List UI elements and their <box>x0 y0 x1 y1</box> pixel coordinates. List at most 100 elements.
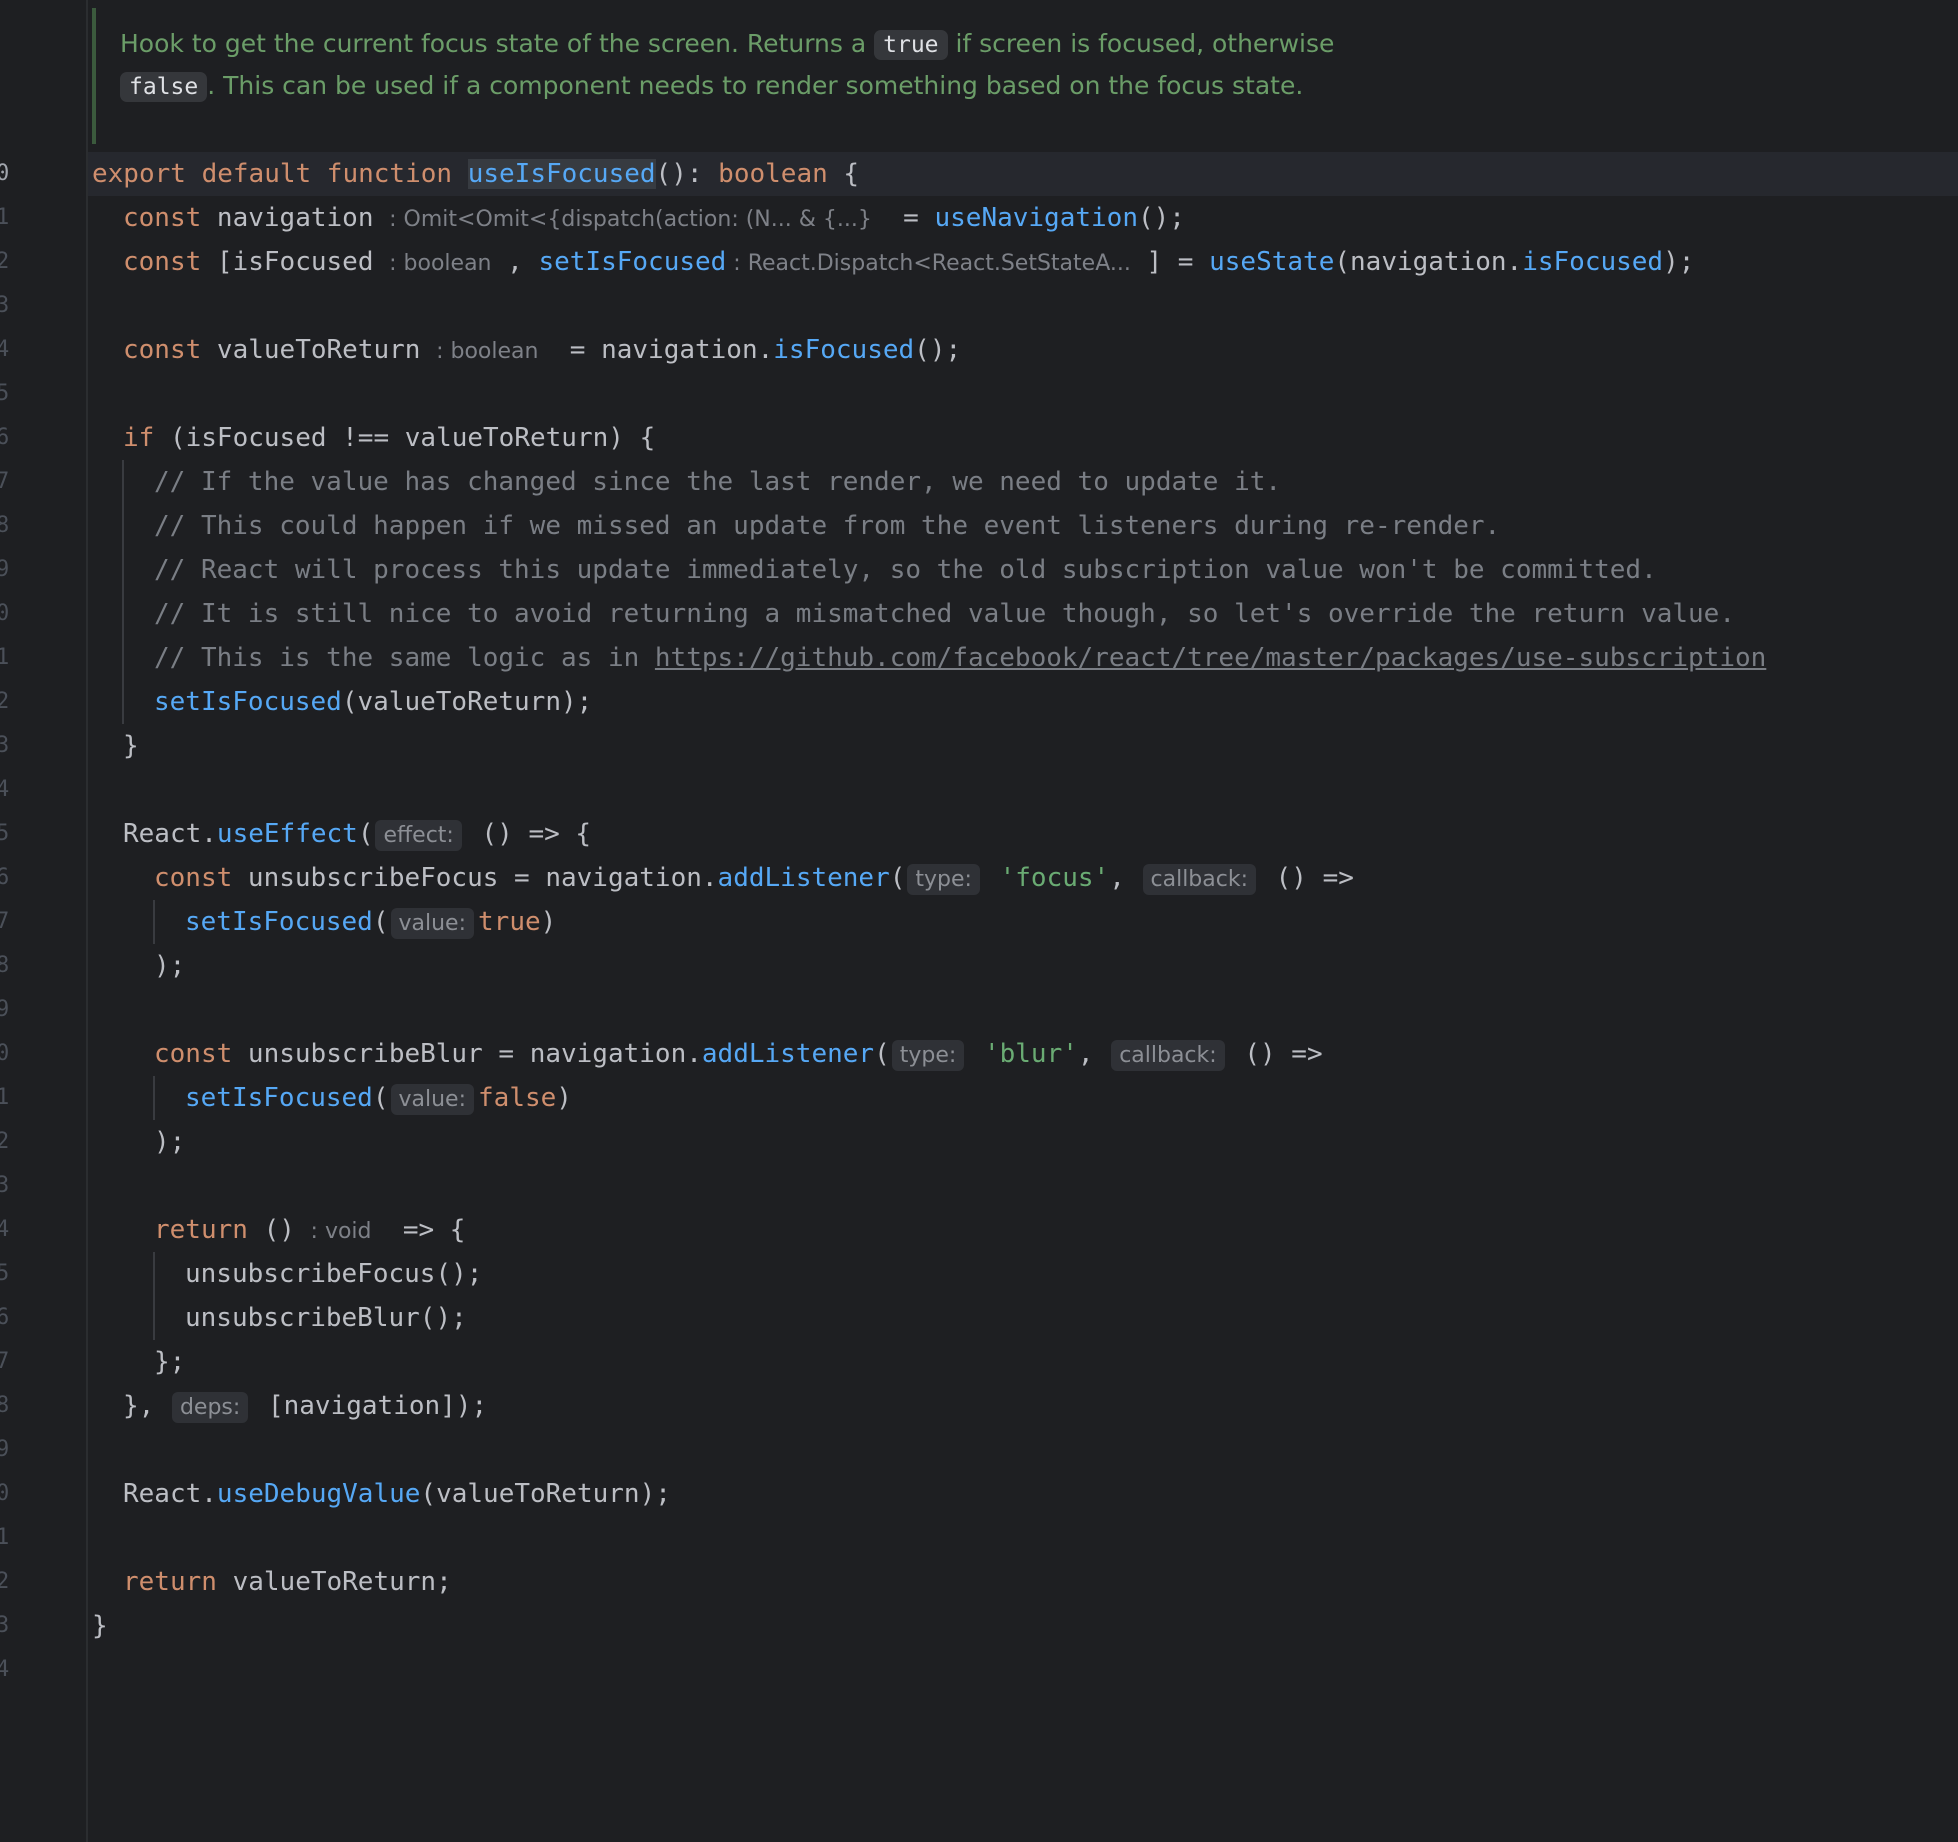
function-call[interactable]: useState <box>1209 247 1334 277</box>
line-number: 2 <box>0 1569 10 1594</box>
code-text: => { <box>371 1215 466 1245</box>
keyword: true <box>478 907 541 937</box>
code-line[interactable]: return () : void => { <box>154 1208 465 1252</box>
code-text: ) <box>556 1083 572 1113</box>
function-call[interactable]: useDebugValue <box>217 1479 421 1509</box>
code-line[interactable]: const unsubscribeBlur = navigation.addLi… <box>154 1032 1323 1076</box>
code-line[interactable]: unsubscribeBlur(); <box>185 1296 467 1340</box>
code-line[interactable]: React.useDebugValue(valueToReturn); <box>123 1472 671 1516</box>
keyword: const <box>123 335 202 365</box>
parameter-hint: callback: <box>1142 864 1256 895</box>
code-line[interactable]: React.useEffect(effect: () => { <box>123 812 591 856</box>
code-text: navigation <box>201 203 390 233</box>
code-text: ( <box>889 863 906 893</box>
code-text: [navigation]); <box>252 1391 488 1421</box>
code-line[interactable]: export default function useIsFocused(): … <box>92 152 859 196</box>
code-text: React. <box>123 1479 217 1509</box>
code-text: () => { <box>465 819 592 849</box>
line-number: 7 <box>0 1349 10 1374</box>
code-line[interactable]: setIsFocused(valueToReturn); <box>154 680 592 724</box>
doc-text: Hook to get the current focus state of t… <box>120 29 875 58</box>
string-literal: 'focus' <box>983 863 1110 893</box>
parameter-hint: callback: <box>1111 1040 1225 1071</box>
doc-inline-code: true <box>874 30 948 60</box>
code-editor[interactable]: 0 1 2 3 4 5 6 7 8 9 0 1 2 3 4 5 6 7 8 9 … <box>0 0 1958 1842</box>
line-number: 6 <box>0 1305 10 1330</box>
code-line[interactable]: if (isFocused !== valueToReturn) { <box>123 416 655 460</box>
code-text: [isFocused <box>201 247 390 277</box>
function-call[interactable]: addListener <box>718 863 890 893</box>
type-hint: : void <box>310 1219 372 1244</box>
code-text: , <box>1077 1039 1094 1069</box>
code-text: }, <box>123 1391 170 1421</box>
code-text: = <box>871 203 935 233</box>
code-comment[interactable]: // If the value has changed since the la… <box>154 460 1281 504</box>
line-number: 5 <box>0 1261 10 1286</box>
function-call[interactable]: addListener <box>702 1039 874 1069</box>
code-text: { <box>827 159 860 189</box>
code-comment[interactable]: // React will process this update immedi… <box>154 548 1657 592</box>
keyword: const <box>154 1039 233 1069</box>
code-text: (navigation. <box>1334 247 1523 277</box>
line-number: 8 <box>0 1393 10 1418</box>
code-comment[interactable]: // It is still nice to avoid returning a… <box>154 592 1735 636</box>
comment-link[interactable]: https://github.com/facebook/react/tree/m… <box>655 643 1766 673</box>
code-text: ) <box>540 907 557 937</box>
line-number: 4 <box>0 777 10 802</box>
function-call[interactable]: useEffect <box>217 819 358 849</box>
code-line[interactable]: setIsFocused(value: true) <box>185 900 556 944</box>
code-text: (valueToReturn); <box>420 1479 671 1509</box>
string-literal: 'blur' <box>968 1039 1078 1069</box>
code-line[interactable]: const unsubscribeFocus = navigation.addL… <box>154 856 1354 900</box>
code-text: = navigation. <box>538 335 774 365</box>
code-line[interactable]: } <box>123 724 139 768</box>
line-number: 7 <box>0 469 10 494</box>
line-number: 9 <box>0 997 10 1022</box>
code-text: (); <box>914 335 962 365</box>
line-number: 8 <box>0 513 10 538</box>
code-comment[interactable]: // This is the same logic as in https://… <box>154 636 1766 680</box>
line-number: 0 <box>0 601 10 626</box>
line-number: 4 <box>0 1217 10 1242</box>
code-line[interactable]: ); <box>154 944 185 988</box>
code-text: unsubscribeBlur = navigation. <box>232 1039 702 1069</box>
line-number: 6 <box>0 425 10 450</box>
function-name[interactable]: setIsFocused <box>538 247 726 277</box>
code-line[interactable]: ); <box>154 1120 185 1164</box>
property[interactable]: isFocused <box>1522 247 1663 277</box>
code-text: valueToReturn; <box>216 1567 452 1597</box>
code-text: valueToReturn <box>201 335 437 365</box>
code-text: () <box>247 1215 311 1245</box>
code-line[interactable]: setIsFocused(value: false) <box>185 1076 572 1120</box>
function-call[interactable]: useNavigation <box>934 203 1138 233</box>
type-hint: : Omit<Omit<{dispatch(action: (N... & {.… <box>389 207 872 232</box>
code-text: () => <box>1260 863 1354 893</box>
code-line[interactable]: } <box>92 1604 108 1648</box>
code-text: (valueToReturn); <box>341 687 593 717</box>
code-text: unsubscribeFocus = navigation. <box>232 863 718 893</box>
code-text: ( <box>874 1039 890 1069</box>
code-comment[interactable]: // This could happen if we missed an upd… <box>154 504 1500 548</box>
code-line[interactable]: const valueToReturn : boolean = navigati… <box>123 328 961 372</box>
comment-text: // This is the same logic as in <box>154 643 655 673</box>
keyword: function <box>311 159 453 189</box>
line-number: 0 <box>0 1041 10 1066</box>
code-line[interactable]: }; <box>154 1340 185 1384</box>
function-name[interactable]: useIsFocused <box>467 159 656 189</box>
keyword: const <box>123 247 202 277</box>
code-line[interactable]: const navigation : Omit<Omit<{dispatch(a… <box>123 196 1185 240</box>
function-call[interactable]: setIsFocused <box>185 1083 373 1113</box>
keyword: if <box>123 423 155 453</box>
line-number: 1 <box>0 645 10 670</box>
line-number: 5 <box>0 381 10 406</box>
function-call[interactable]: setIsFocused <box>154 687 342 717</box>
code-line[interactable]: unsubscribeFocus(); <box>185 1252 482 1296</box>
function-call[interactable]: setIsFocused <box>185 907 373 937</box>
code-line[interactable]: return valueToReturn; <box>123 1560 452 1604</box>
code-line[interactable]: }, deps: [navigation]); <box>123 1384 487 1428</box>
type-hint: : React.Dispatch<React.SetStateA... <box>726 251 1131 276</box>
code-text: (); <box>1137 203 1185 233</box>
code-line[interactable]: const [isFocused : boolean , setIsFocuse… <box>123 240 1694 284</box>
code-text: ( <box>357 819 374 849</box>
function-call[interactable]: isFocused <box>773 335 914 365</box>
